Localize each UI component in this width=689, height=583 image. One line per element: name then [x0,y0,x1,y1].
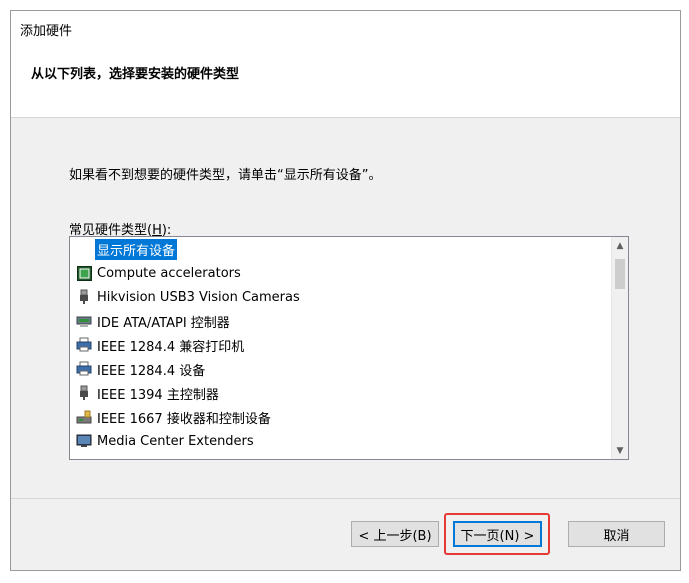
list-item-compute-accelerators[interactable]: Compute accelerators [70,261,611,285]
storage-device-icon [76,409,92,425]
cancel-button[interactable]: 取消 [568,521,665,547]
list-item-ieee-1284-printer[interactable]: IEEE 1284.4 兼容打印机 [70,333,611,357]
hardware-type-items: 显示所有设备 Compute accelerators Hikvision US… [70,237,611,453]
window-title: 添加硬件 [20,24,73,39]
list-item-ieee-1394-controller[interactable]: IEEE 1394 主控制器 [70,381,611,405]
add-hardware-dialog: 添加硬件 从以下列表，选择要安装的硬件类型 如果看不到想要的硬件类型，请单击“显… [10,10,681,571]
page-heading: 从以下列表，选择要安装的硬件类型 [31,67,240,82]
list-item-label: Media Center Extenders [97,433,254,449]
back-button[interactable]: < 上一步(B) [351,521,439,547]
monitor-icon [76,433,92,449]
usb-plug-icon [76,385,92,401]
list-item-show-all-devices[interactable]: 显示所有设备 [70,237,611,261]
list-item-label: Hikvision USB3 Vision Cameras [97,289,300,305]
dialog-header: 添加硬件 从以下列表，选择要安装的硬件类型 [11,11,680,118]
printer-icon [76,361,92,377]
list-item-ieee-1284-device[interactable]: IEEE 1284.4 设备 [70,357,611,381]
scrollbar-thumb[interactable] [615,259,625,289]
usb-plug-icon [76,289,92,305]
list-item-label: IEEE 1284.4 兼容打印机 [97,339,245,355]
ide-controller-icon [76,313,92,329]
list-item-ide-controller[interactable]: IDE ATA/ATAPI 控制器 [70,309,611,333]
list-item-label: IEEE 1667 接收器和控制设备 [97,411,271,427]
next-button[interactable]: 下一页(N) > [453,521,542,547]
list-item-label: IEEE 1394 主控制器 [97,387,219,403]
instruction-text: 如果看不到想要的硬件类型，请单击“显示所有设备”。 [69,168,382,183]
list-item-label: 显示所有设备 [95,238,178,260]
list-item-label: IEEE 1284.4 设备 [97,363,206,379]
list-item-label: Compute accelerators [97,265,241,281]
scroll-up-arrow-icon[interactable]: ▲ [612,237,628,254]
list-item-hikvision-cameras[interactable]: Hikvision USB3 Vision Cameras [70,285,611,309]
scroll-down-arrow-icon[interactable]: ▼ [612,442,628,459]
chip-icon [76,265,92,281]
list-item-label: IDE ATA/ATAPI 控制器 [97,315,230,331]
list-item-media-center-extenders[interactable]: Media Center Extenders [70,429,611,453]
listbox-scrollbar[interactable]: ▲ ▼ [611,237,628,459]
hardware-type-listbox[interactable]: 显示所有设备 Compute accelerators Hikvision US… [69,236,629,460]
footer-divider [11,498,680,499]
printer-icon [76,337,92,353]
list-item-ieee-1667[interactable]: IEEE 1667 接收器和控制设备 [70,405,611,429]
